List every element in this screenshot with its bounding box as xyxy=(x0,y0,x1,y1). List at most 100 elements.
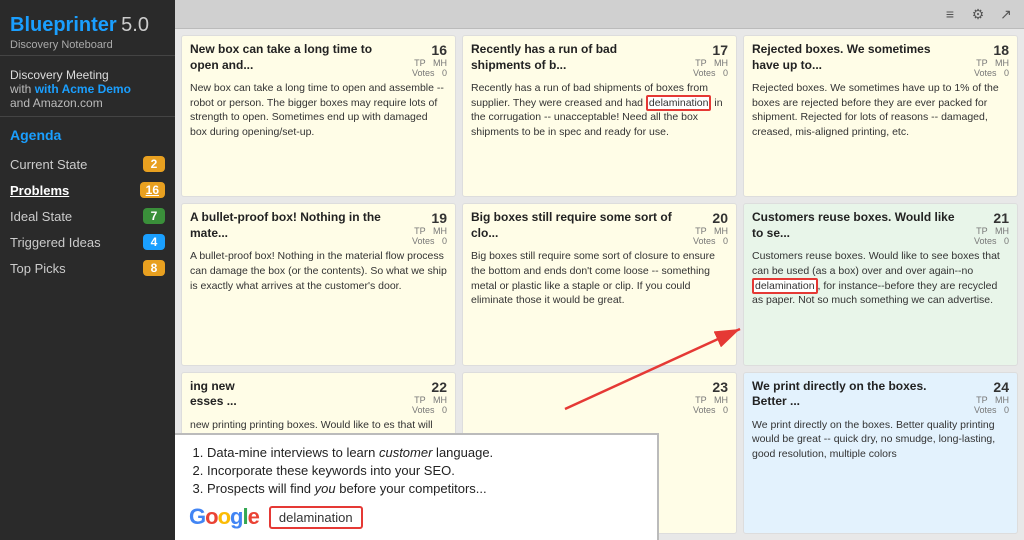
sidebar-item-label: Top Picks xyxy=(10,261,66,276)
app-title: Blueprinter xyxy=(10,14,117,36)
card-22-meta: 22 TP MH Votes 0 xyxy=(397,379,447,415)
card-18-title: Rejected boxes. We sometimes have up to.… xyxy=(752,42,959,73)
bottom-panel: Data-mine interviews to learn customer l… xyxy=(175,433,659,540)
sidebar-item-label: Triggered Ideas xyxy=(10,235,101,250)
card-20-body: Big boxes still require some sort of clo… xyxy=(471,249,728,308)
sidebar-item-label: Problems xyxy=(10,183,69,198)
card-23-votes: Votes 0 xyxy=(678,405,728,415)
sidebar-item-triggered-ideas[interactable]: Triggered Ideas 4 xyxy=(0,229,175,255)
card-21-tp-mh: TP MH xyxy=(959,226,1009,236)
triggered-ideas-badge: 4 xyxy=(143,234,165,250)
meeting-client: with with Acme Demo xyxy=(10,82,165,96)
card-16-header: New box can take a long time to open and… xyxy=(190,42,447,78)
meeting-title: Discovery Meeting xyxy=(10,68,165,82)
card-16-votes: Votes 0 xyxy=(397,68,447,78)
card-24-header: We print directly on the boxes. Better .… xyxy=(752,379,1009,415)
card-19-votes: Votes 0 xyxy=(397,236,447,246)
card-21-body: Customers reuse boxes. Would like to see… xyxy=(752,249,1009,308)
card-21[interactable]: Customers reuse boxes. Would like to se.… xyxy=(743,203,1018,365)
bottom-list-item-3: Prospects will find you before your comp… xyxy=(207,481,643,496)
sidebar-item-label: Ideal State xyxy=(10,209,72,224)
card-16-title: New box can take a long time to open and… xyxy=(190,42,397,73)
sidebar-item-label: Current State xyxy=(10,157,87,172)
card-17-body: Recently has a run of bad shipments of b… xyxy=(471,81,728,140)
card-24-tp-mh: TP MH xyxy=(959,395,1009,405)
card-24-num: 24 xyxy=(959,379,1009,395)
card-24-title: We print directly on the boxes. Better .… xyxy=(752,379,959,410)
ideal-state-badge: 7 xyxy=(143,208,165,224)
app-version: 5.0 xyxy=(121,14,149,36)
card-17-header: Recently has a run of bad shipments of b… xyxy=(471,42,728,78)
share-icon[interactable]: ↗ xyxy=(996,4,1016,24)
google-logo: Google xyxy=(189,504,259,530)
meeting-extra: and Amazon.com xyxy=(10,96,165,110)
card-20-votes: Votes 0 xyxy=(678,236,728,246)
sidebar-item-ideal-state[interactable]: Ideal State 7 xyxy=(0,203,175,229)
card-18-num: 18 xyxy=(959,42,1009,58)
card-20-num: 20 xyxy=(678,210,728,226)
app-subtitle: Discovery Noteboard xyxy=(10,39,165,51)
card-24-body: We print directly on the boxes. Better q… xyxy=(752,418,1009,462)
card-18-meta: 18 TP MH Votes 0 xyxy=(959,42,1009,78)
card-24[interactable]: We print directly on the boxes. Better .… xyxy=(743,372,1018,534)
google-row: Google delamination xyxy=(189,504,643,530)
card-16-meta: 16 TP MH Votes 0 xyxy=(397,42,447,78)
current-state-badge: 2 xyxy=(143,156,165,172)
card-24-meta: 24 TP MH Votes 0 xyxy=(959,379,1009,415)
card-16[interactable]: New box can take a long time to open and… xyxy=(181,35,456,197)
bottom-list: Data-mine interviews to learn customer l… xyxy=(189,445,643,496)
card-18-tp-mh: TP MH xyxy=(959,58,1009,68)
bottom-list-item-2: Incorporate these keywords into your SEO… xyxy=(207,463,643,478)
card-20-header: Big boxes still require some sort of clo… xyxy=(471,210,728,246)
main-content: ≡ ⚙ ↗ New box can take a long time to op… xyxy=(175,0,1024,540)
card-17-tp-mh: TP MH xyxy=(678,58,728,68)
bottom-list-item-1: Data-mine interviews to learn customer l… xyxy=(207,445,643,460)
card-19-tp-mh: TP MH xyxy=(397,226,447,236)
card-21-meta: 21 TP MH Votes 0 xyxy=(959,210,1009,246)
card-24-votes: Votes 0 xyxy=(959,405,1009,415)
logo-area: Blueprinter 5.0 Discovery Noteboard xyxy=(0,8,175,56)
card-19[interactable]: A bullet-proof box! Nothing in the mate.… xyxy=(181,203,456,365)
card-20-tp-mh: TP MH xyxy=(678,226,728,236)
card-19-num: 19 xyxy=(397,210,447,226)
card-22-title: ing newesses ... xyxy=(190,379,397,410)
card-21-votes: Votes 0 xyxy=(959,236,1009,246)
gear-icon[interactable]: ⚙ xyxy=(968,4,988,24)
card-21-title: Customers reuse boxes. Would like to se.… xyxy=(752,210,959,241)
meeting-info: Discovery Meeting with with Acme Demo an… xyxy=(0,62,175,117)
sidebar: Blueprinter 5.0 Discovery Noteboard Disc… xyxy=(0,0,175,540)
delamination-highlight-2: delamination xyxy=(752,278,818,294)
card-20-meta: 20 TP MH Votes 0 xyxy=(678,210,728,246)
app-name: Blueprinter 5.0 xyxy=(10,14,165,37)
delamination-highlight-1: delamination xyxy=(646,95,712,111)
card-17[interactable]: Recently has a run of bad shipments of b… xyxy=(462,35,737,197)
search-box[interactable]: delamination xyxy=(269,506,363,529)
card-17-num: 17 xyxy=(678,42,728,58)
toolbar: ≡ ⚙ ↗ xyxy=(175,0,1024,29)
card-19-body: A bullet-proof box! Nothing in the mater… xyxy=(190,249,447,293)
problems-badge: 16 xyxy=(140,182,165,198)
card-18[interactable]: Rejected boxes. We sometimes have up to.… xyxy=(743,35,1018,197)
card-18-votes: Votes 0 xyxy=(959,68,1009,78)
card-17-title: Recently has a run of bad shipments of b… xyxy=(471,42,678,73)
list-icon[interactable]: ≡ xyxy=(940,4,960,24)
sidebar-item-top-picks[interactable]: Top Picks 8 xyxy=(0,255,175,281)
new-printing-text: new printing xyxy=(190,419,247,431)
card-23-meta: 23 TP MH Votes 0 xyxy=(678,379,728,415)
card-21-num: 21 xyxy=(959,210,1009,226)
card-22-tp-mh: TP MH xyxy=(397,395,447,405)
card-18-body: Rejected boxes. We sometimes have up to … xyxy=(752,81,1009,140)
card-23-header: 23 TP MH Votes 0 xyxy=(471,379,728,415)
card-16-num: 16 xyxy=(397,42,447,58)
card-22-votes: Votes 0 xyxy=(397,405,447,415)
card-18-header: Rejected boxes. We sometimes have up to.… xyxy=(752,42,1009,78)
card-17-votes: Votes 0 xyxy=(678,68,728,78)
card-20[interactable]: Big boxes still require some sort of clo… xyxy=(462,203,737,365)
card-21-header: Customers reuse boxes. Would like to se.… xyxy=(752,210,1009,246)
card-23-tp-mh: TP MH xyxy=(678,395,728,405)
sidebar-item-problems[interactable]: Problems 16 xyxy=(0,177,175,203)
sidebar-item-current-state[interactable]: Current State 2 xyxy=(0,151,175,177)
top-picks-badge: 8 xyxy=(143,260,165,276)
card-19-title: A bullet-proof box! Nothing in the mate.… xyxy=(190,210,397,241)
card-16-tp-mh: TP MH xyxy=(397,58,447,68)
